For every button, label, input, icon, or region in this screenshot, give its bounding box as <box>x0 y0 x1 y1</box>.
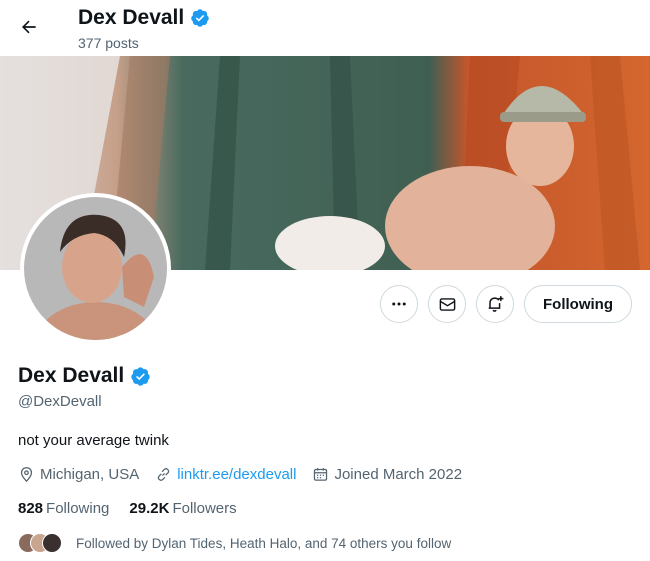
verified-badge-icon <box>191 9 209 27</box>
more-icon <box>392 302 406 306</box>
post-count: 377 posts <box>78 35 139 51</box>
calendar-icon <box>314 468 328 481</box>
following-count: 828 <box>18 500 44 517</box>
location-icon <box>20 467 33 483</box>
join-date: Joined March 2022 <box>312 466 462 483</box>
top-bar: Dex Devall 377 posts <box>0 0 650 56</box>
followed-by-text: Followed by Dylan Tides, Heath Halo, and… <box>76 535 452 551</box>
followers-count: 29.2K <box>129 500 170 517</box>
followed-by[interactable]: Followed by Dylan Tides, Heath Halo, and… <box>18 533 451 553</box>
location-text: Michigan, USA <box>40 466 140 483</box>
bio: not your average twink <box>18 432 169 449</box>
link-icon <box>157 468 170 481</box>
message-button[interactable] <box>428 285 467 323</box>
profile-actions: Following <box>380 285 632 323</box>
followers-stat[interactable]: 29.2K Followers <box>129 500 236 517</box>
display-name: Dex Devall <box>18 364 125 387</box>
website: linktr.ee/dexdevall <box>155 466 296 483</box>
followers-label: Followers <box>172 500 237 517</box>
following-stat[interactable]: 828 Following <box>18 500 109 517</box>
notification-bell-icon <box>488 296 504 312</box>
notifications-button[interactable] <box>476 285 515 323</box>
follow-stats: 828 Following 29.2K Followers <box>18 500 257 517</box>
avatar-image <box>24 197 167 340</box>
avatar[interactable] <box>20 193 171 344</box>
following-label: Following <box>46 500 110 517</box>
message-icon <box>439 297 455 311</box>
website-link[interactable]: linktr.ee/dexdevall <box>177 466 296 483</box>
follower-avatars <box>18 533 62 553</box>
back-arrow-icon <box>22 20 36 34</box>
verified-badge-icon[interactable] <box>130 366 151 387</box>
display-name-row: Dex Devall <box>18 364 151 388</box>
more-button[interactable] <box>380 285 419 323</box>
profile-meta: Michigan, USA linktr.ee/dexdevall Joined… <box>18 466 478 483</box>
follower-avatar <box>42 533 62 553</box>
header-title: Dex Devall <box>78 6 185 29</box>
header-name: Dex Devall <box>78 6 210 30</box>
back-button[interactable] <box>12 10 46 44</box>
location: Michigan, USA <box>18 466 139 483</box>
following-button[interactable]: Following <box>524 285 632 323</box>
user-handle: @DexDevall <box>18 393 102 410</box>
join-date-text: Joined March 2022 <box>334 466 463 483</box>
